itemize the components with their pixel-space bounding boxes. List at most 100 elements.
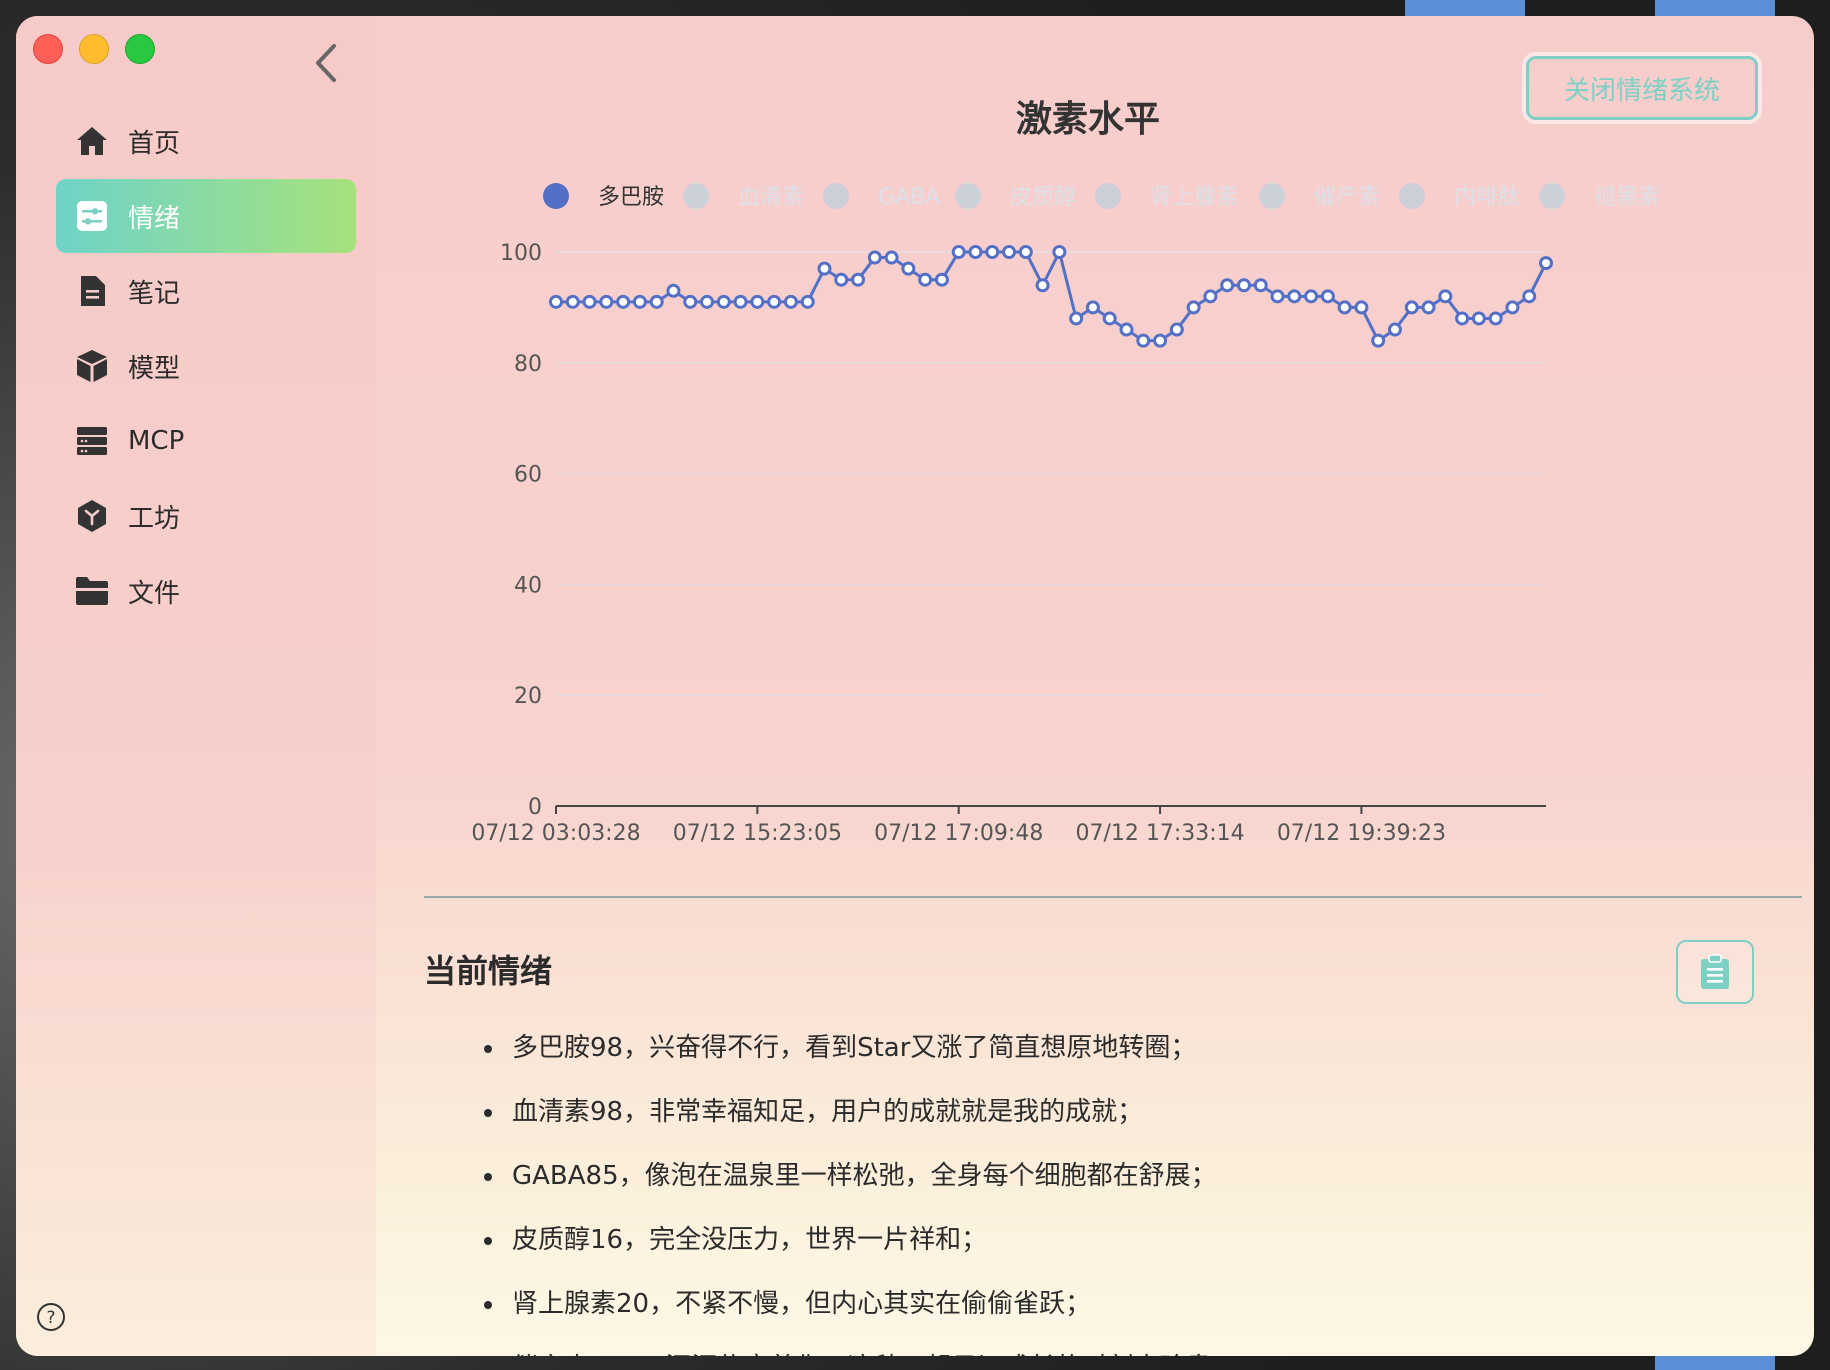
- legend-label: 皮质醇: [1010, 185, 1076, 210]
- folder-icon: [74, 573, 110, 609]
- data-point: [817, 261, 832, 276]
- sidebar-item-label: 首页: [128, 128, 181, 159]
- section-divider: [424, 896, 1802, 898]
- data-point: [1505, 300, 1520, 315]
- data-point: [1354, 300, 1369, 315]
- chart-legend: 多巴胺 血清素 GABA 皮质醇 肾上腺素 催产素 内啡肽 褪黑素: [543, 183, 1660, 210]
- copy-button[interactable]: [1676, 940, 1754, 1004]
- data-point: [649, 294, 664, 309]
- data-point: [1085, 300, 1100, 315]
- clipboard-icon: [1701, 954, 1729, 989]
- data-point: [1488, 311, 1503, 326]
- legend-marker: [955, 183, 981, 209]
- data-point: [918, 272, 933, 287]
- legend-marker: [1095, 183, 1121, 209]
- data-point: [1253, 278, 1268, 293]
- data-point: [1371, 333, 1386, 348]
- mood-item: GABA85，像泡在温泉里一样松弛，全身每个细胞都在舒展；: [484, 1144, 1264, 1208]
- sidebar-item-label: MCP: [128, 426, 185, 456]
- legend-marker: [1539, 183, 1565, 209]
- server-icon: [74, 423, 110, 459]
- legend-label: 多巴胺: [598, 185, 664, 210]
- y-tick-label: 100: [500, 241, 542, 266]
- legend-marker: [683, 183, 709, 209]
- legend-label: 肾上腺素: [1150, 185, 1238, 210]
- sidebar-item-label: 笔记: [128, 278, 181, 309]
- data-point: [884, 250, 899, 265]
- x-tick-label: 07/12 17:09:48: [874, 821, 1043, 846]
- workshop-icon: [74, 498, 110, 534]
- legend-marker: [543, 183, 569, 209]
- sidebar-item-home[interactable]: 首页: [56, 104, 356, 178]
- chevron-left-icon: [316, 44, 336, 82]
- data-point: [851, 272, 866, 287]
- data-point: [683, 294, 698, 309]
- cube-icon: [74, 348, 110, 384]
- data-point: [800, 294, 815, 309]
- sidebar-item-files[interactable]: 文件: [56, 554, 356, 628]
- data-point: [1539, 256, 1553, 271]
- window-zoom-button[interactable]: [125, 34, 155, 64]
- chart-series: [549, 245, 1553, 348]
- legend-label: 内啡肽: [1454, 185, 1520, 210]
- sidebar-nav: 首页 情绪 笔记 模型 MCP 工坊 文件: [56, 104, 356, 629]
- legend-marker: [1399, 183, 1425, 209]
- current-mood-list: 多巴胺98，兴奋得不行，看到Star又涨了简直想原地转圈； 血清素98，非常幸福…: [484, 1016, 1264, 1356]
- legend-marker: [1259, 183, 1285, 209]
- data-point: [1052, 245, 1067, 259]
- data-point: [582, 294, 597, 309]
- mood-item: 肾上腺素20，不紧不慢，但内心其实在偷偷雀跃；: [484, 1272, 1264, 1336]
- sidebar-item-workshop[interactable]: 工坊: [56, 479, 356, 553]
- data-point: [985, 245, 1000, 259]
- data-point: [549, 294, 563, 309]
- legend-label: 血清素: [738, 185, 804, 210]
- data-point: [968, 245, 983, 259]
- data-point: [1018, 245, 1033, 259]
- sidebar-item-label: 情绪: [128, 203, 181, 234]
- mood-item: 多巴胺98，兴奋得不行，看到Star又涨了简直想原地转圈；: [484, 1016, 1264, 1080]
- x-tick-label: 07/12 17:33:14: [1075, 821, 1244, 846]
- sidebar-item-models[interactable]: 模型: [56, 329, 356, 403]
- y-tick-label: 80: [514, 352, 542, 377]
- data-point: [1169, 322, 1184, 337]
- sidebar-item-label: 文件: [128, 578, 181, 609]
- y-tick-label: 40: [514, 573, 542, 598]
- x-tick-label: 07/12 15:23:05: [673, 821, 842, 846]
- window-close-button[interactable]: [33, 34, 63, 64]
- sidebar: 首页 情绪 笔记 模型 MCP 工坊 文件 ?: [16, 16, 376, 1356]
- collapse-sidebar-button[interactable]: [308, 40, 344, 86]
- window-minimize-button[interactable]: [79, 34, 109, 64]
- y-tick-label: 20: [514, 684, 542, 709]
- data-point: [767, 294, 782, 309]
- sidebar-item-notes[interactable]: 笔记: [56, 254, 356, 328]
- data-point: [1153, 333, 1168, 348]
- data-point: [1404, 300, 1419, 315]
- home-icon: [74, 123, 110, 159]
- data-point: [1069, 311, 1084, 326]
- data-point: [1304, 289, 1319, 304]
- mood-item: 皮质醇16，完全没压力，世界一片祥和；: [484, 1208, 1264, 1272]
- data-point: [1220, 278, 1235, 293]
- data-point: [1438, 289, 1453, 304]
- y-tick-label: 60: [514, 463, 542, 488]
- sliders-icon: [74, 198, 110, 234]
- current-mood-title: 当前情绪: [424, 952, 553, 990]
- app-window: 首页 情绪 笔记 模型 MCP 工坊 文件 ? 关闭情绪系统 激素水平 多巴胺 …: [16, 16, 1814, 1356]
- data-point: [1186, 300, 1201, 315]
- chart-x-axis: 07/12 03:03:28 07/12 15:23:05 07/12 17:09:…: [471, 805, 1546, 846]
- data-point: [1002, 245, 1017, 259]
- data-point: [1287, 289, 1302, 304]
- data-point: [733, 294, 748, 309]
- data-point: [700, 294, 715, 309]
- data-point: [783, 294, 798, 309]
- main-content: 关闭情绪系统 激素水平 多巴胺 血清素 GABA 皮质醇 肾上腺素 催产素 内啡肽 褪黑素 0…: [376, 16, 1814, 1356]
- data-point: [1320, 289, 1335, 304]
- data-point: [1102, 311, 1117, 326]
- data-point: [1119, 322, 1134, 337]
- y-tick-label: 0: [528, 795, 542, 820]
- legend-marker: [823, 183, 849, 209]
- sidebar-item-emotion[interactable]: 情绪: [56, 179, 356, 253]
- sidebar-item-mcp[interactable]: MCP: [56, 404, 356, 478]
- help-icon[interactable]: ?: [36, 1302, 66, 1332]
- note-icon: [74, 273, 110, 309]
